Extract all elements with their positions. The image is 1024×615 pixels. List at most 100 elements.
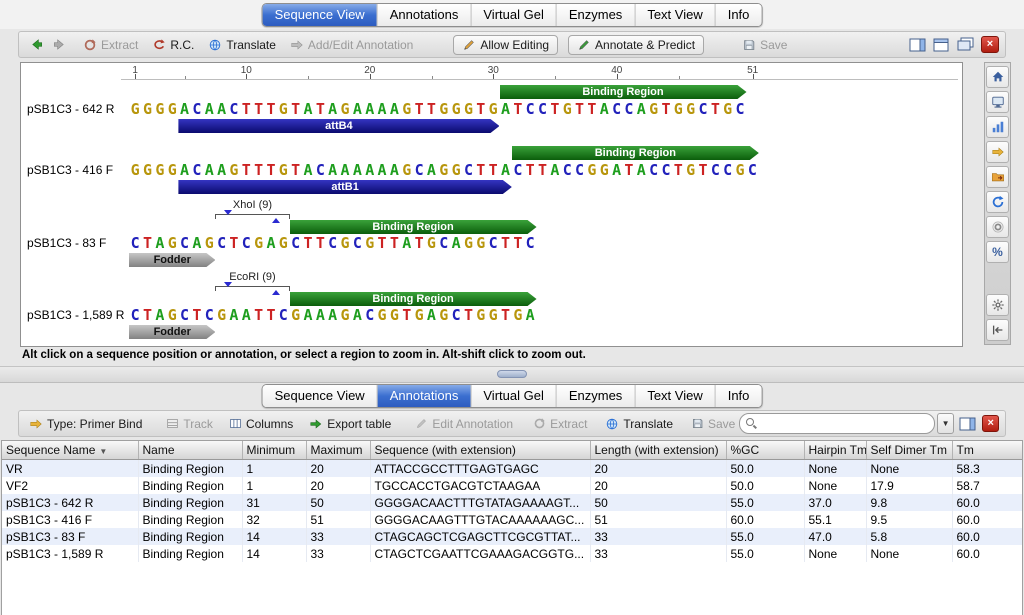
- tab-enzymes[interactable]: Enzymes: [556, 4, 634, 26]
- column-header-sequence-with-extension[interactable]: Sequence (with extension): [370, 441, 590, 460]
- table-cell: TGCCACCTGACGTCTAAGAA: [370, 477, 590, 494]
- application-window: Sequence ViewAnnotationsVirtual GelEnzym…: [0, 0, 1024, 615]
- tab-annotations[interactable]: Annotations: [377, 4, 471, 26]
- table-cell: 14: [242, 528, 306, 545]
- close-button-bottom[interactable]: ×: [982, 415, 999, 432]
- extract-icon: [533, 417, 546, 430]
- split-columns-button[interactable]: [907, 36, 927, 54]
- table-cell: 33: [590, 545, 726, 562]
- annotation-arrow-binding-region[interactable]: Binding Region: [500, 85, 747, 99]
- columns-button[interactable]: Columns: [225, 415, 297, 433]
- annotation-arrow-fodder[interactable]: Fodder: [129, 253, 215, 267]
- table-row-psb1c3-1-589-r[interactable]: pSB1C3 - 1,589 RBinding Region1433CTAGCT…: [2, 545, 1023, 562]
- column-header-name[interactable]: Name: [138, 441, 242, 460]
- table-cell: 1: [242, 460, 306, 478]
- extract-button-bottom[interactable]: Extract: [529, 415, 591, 433]
- edit-annotation-button[interactable]: Edit Annotation: [411, 415, 517, 433]
- table-cell: 9.5: [866, 511, 952, 528]
- type-filter-button[interactable]: Type: Primer Bind: [25, 415, 146, 433]
- table-cell: 33: [590, 528, 726, 545]
- annotate-predict-button[interactable]: Annotate & Predict: [568, 35, 704, 55]
- sequence-text[interactable]: CTAGCAGCTCGAGCTTCGCGTTATGCAGGCTTC: [129, 235, 536, 251]
- column-header-minimum[interactable]: Minimum: [242, 441, 306, 460]
- table-cell: 20: [306, 460, 370, 478]
- forward-arrow-icon: [52, 37, 67, 52]
- percent-button[interactable]: %: [986, 241, 1009, 263]
- sequence-text[interactable]: CTAGCTCGAATTCGAAAGACGGTGAGCTGGTGA: [129, 307, 536, 323]
- annotation-tool-button[interactable]: [986, 141, 1009, 163]
- pane-splitter[interactable]: [0, 366, 1024, 383]
- chart-button[interactable]: [986, 116, 1009, 138]
- annotation-arrow-binding-region[interactable]: Binding Region: [512, 146, 759, 160]
- extract-button[interactable]: Extract: [79, 36, 142, 54]
- annotation-arrow-attb4[interactable]: attB4: [178, 119, 499, 133]
- export-table-button[interactable]: Export table: [305, 415, 395, 433]
- translate-label-bottom: Translate: [623, 417, 673, 431]
- bottom-tab-bar: Sequence ViewAnnotationsVirtual GelEnzym…: [262, 384, 763, 408]
- home-button[interactable]: [986, 66, 1009, 88]
- tab-info[interactable]: Info: [715, 4, 762, 26]
- column-header-sequence-name[interactable]: Sequence Name▼: [2, 441, 138, 460]
- tab-annotations[interactable]: Annotations: [377, 385, 471, 407]
- tab-text-view[interactable]: Text View: [634, 385, 714, 407]
- enzyme-cut-mark-top: [224, 282, 232, 287]
- annotations-table-panel: Sequence Name▼NameMinimumMaximumSequence…: [1, 440, 1023, 615]
- sequence-text[interactable]: GGGGACAAGTTTGTACAAAAAAGCAGGCTTACTTACCGGA…: [129, 162, 759, 178]
- column-header-hairpin-tm[interactable]: Hairpin Tm: [804, 441, 866, 460]
- tab-text-view[interactable]: Text View: [634, 4, 714, 26]
- enzyme-site-label[interactable]: EcoRI (9): [185, 271, 319, 284]
- annotation-arrow-fodder[interactable]: Fodder: [129, 325, 215, 339]
- tab-info[interactable]: Info: [715, 385, 762, 407]
- tools-button[interactable]: [986, 216, 1009, 238]
- search-input[interactable]: [761, 416, 925, 432]
- tab-sequence-view[interactable]: Sequence View: [263, 4, 377, 26]
- column-header-self-dimer-tm[interactable]: Self Dimer Tm: [866, 441, 952, 460]
- sequence-text[interactable]: GGGGACAACTTTGTATAGAAAAGTTGGGTGATCCTGTTAC…: [129, 101, 746, 117]
- annotation-arrow-attb1[interactable]: attB1: [178, 180, 511, 194]
- refresh-button[interactable]: [986, 191, 1009, 213]
- tab-virtual-gel[interactable]: Virtual Gel: [470, 4, 555, 26]
- monitor-button[interactable]: [986, 91, 1009, 113]
- table-row-vf2[interactable]: VF2Binding Region120TGCCACCTGACGTCTAAGAA…: [2, 477, 1023, 494]
- tab-sequence-view[interactable]: Sequence View: [263, 385, 377, 407]
- enzyme-cut-mark-bottom: [272, 218, 280, 223]
- table-row-vr[interactable]: VRBinding Region120ATTACCGCCTTTGAGTGAGC2…: [2, 460, 1023, 478]
- ruler-tick: [246, 74, 247, 79]
- allow-editing-button[interactable]: Allow Editing: [453, 35, 558, 55]
- splitter-handle[interactable]: [497, 370, 527, 378]
- add-edit-annotation-button[interactable]: Add/Edit Annotation: [286, 36, 417, 54]
- translate-button-bottom[interactable]: Translate: [601, 415, 677, 433]
- sequence-view-panel[interactable]: 11020304051pSB1C3 - 642 RGGGGACAACTTTGTA…: [20, 62, 963, 347]
- forward-button[interactable]: [48, 35, 71, 54]
- track-button[interactable]: Track: [162, 415, 217, 433]
- column-header-length-with-extension[interactable]: Length (with extension): [590, 441, 726, 460]
- column-header-tm[interactable]: Tm: [952, 441, 1023, 460]
- save-button[interactable]: Save: [738, 36, 791, 54]
- table-cell: 50: [590, 494, 726, 511]
- tab-virtual-gel[interactable]: Virtual Gel: [470, 385, 555, 407]
- save-button-bottom[interactable]: Save: [687, 415, 739, 433]
- column-header-maximum[interactable]: Maximum: [306, 441, 370, 460]
- split-columns-button-bottom[interactable]: [958, 415, 976, 433]
- table-row-psb1c3-416-f[interactable]: pSB1C3 - 416 FBinding Region3251GGGGACAA…: [2, 511, 1023, 528]
- table-row-psb1c3-642-r[interactable]: pSB1C3 - 642 RBinding Region3150GGGGACAA…: [2, 494, 1023, 511]
- enzyme-site-label[interactable]: XhoI (9): [185, 199, 319, 212]
- pane-view-button[interactable]: [931, 36, 951, 54]
- sequence-row-label: pSB1C3 - 642 R: [27, 102, 114, 116]
- translate-button[interactable]: Translate: [204, 36, 280, 54]
- status-hint: Alt click on a sequence position or anno…: [22, 349, 586, 361]
- new-window-button[interactable]: [955, 36, 975, 54]
- annotation-arrow-binding-region[interactable]: Binding Region: [290, 292, 537, 306]
- close-button[interactable]: ×: [981, 36, 999, 53]
- search-field[interactable]: [739, 413, 935, 434]
- reverse-complement-button[interactable]: R.C.: [148, 36, 198, 54]
- export-folder-button[interactable]: [986, 166, 1009, 188]
- search-dropdown-button[interactable]: ▼: [937, 413, 954, 434]
- settings-button[interactable]: [986, 294, 1009, 316]
- back-button[interactable]: [25, 35, 48, 54]
- jump-back-button[interactable]: [986, 319, 1009, 341]
- tab-enzymes[interactable]: Enzymes: [556, 385, 634, 407]
- table-row-psb1c3-83-f[interactable]: pSB1C3 - 83 FBinding Region1433CTAGCAGCT…: [2, 528, 1023, 545]
- annotation-arrow-binding-region[interactable]: Binding Region: [290, 220, 537, 234]
- column-header-gc[interactable]: %GC: [726, 441, 804, 460]
